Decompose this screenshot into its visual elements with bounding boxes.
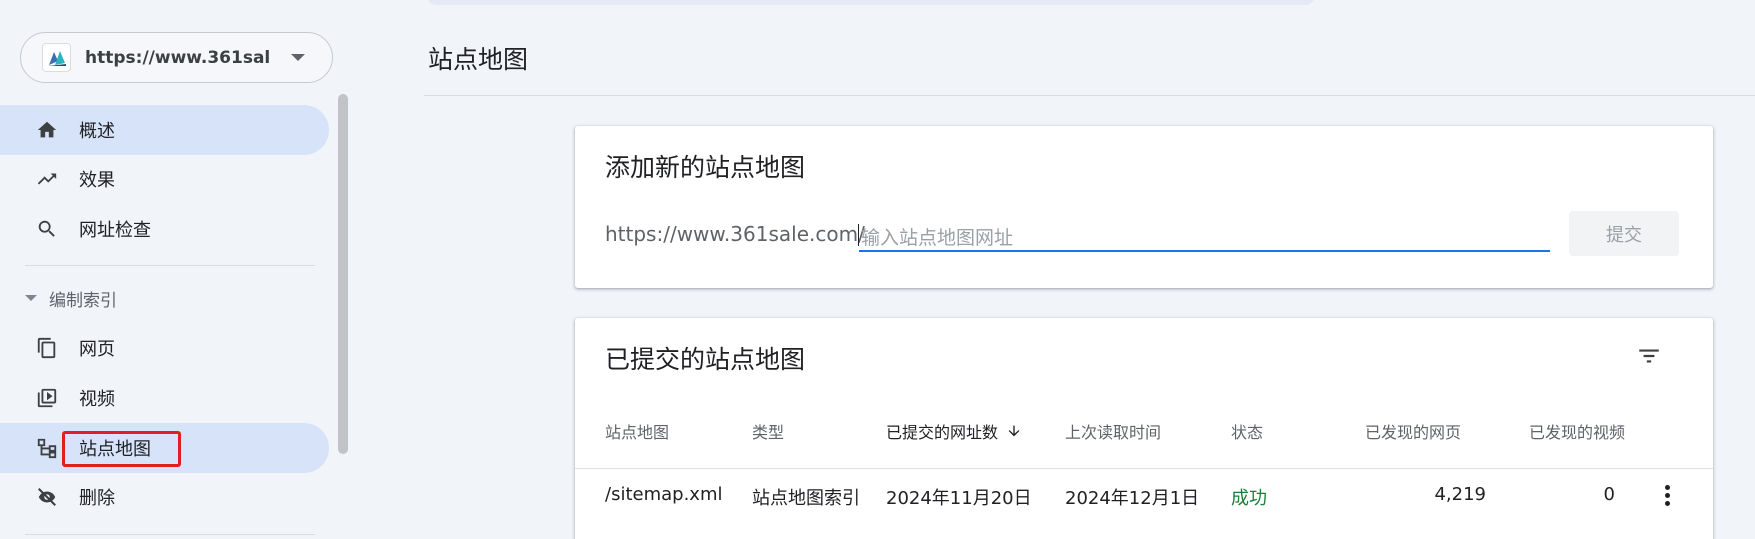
property-selector[interactable]: https://www.361sale... (20, 32, 333, 83)
card-title: 添加新的站点地图 (605, 153, 806, 182)
cell-type: 站点地图索引 (752, 488, 860, 509)
column-header-last-read[interactable]: 上次读取时间 (1065, 419, 1161, 443)
column-header-label: 已提交的网址数 (886, 423, 999, 442)
property-label: https://www.361sale... (85, 47, 270, 68)
cell-last-read: 2024年12月1日 (1065, 488, 1200, 509)
column-header-status[interactable]: 状态 (1231, 419, 1263, 443)
header-divider (575, 468, 1713, 469)
sidebar-item-label: 视频 (79, 389, 115, 410)
search-bar-edge[interactable] (428, 0, 1314, 5)
sidebar-item-performance[interactable]: 效果 (0, 154, 329, 204)
video-page-icon (35, 386, 59, 410)
sidebar-item-url-inspection[interactable]: 网址检查 (0, 204, 329, 254)
eye-off-icon (35, 485, 59, 509)
column-header-type[interactable]: 类型 (752, 419, 784, 443)
annotation-highlight-box (62, 431, 181, 467)
column-header-sitemap[interactable]: 站点地图 (605, 419, 669, 443)
search-icon (35, 217, 59, 241)
section-label: 编制索引 (49, 290, 117, 311)
sidebar-divider (25, 534, 315, 535)
filter-icon[interactable] (1635, 342, 1663, 370)
sitemap-url-input[interactable] (859, 222, 1550, 252)
app-root: https://www.361sale... 概述 效果 网址检查 编制索引 (0, 0, 1755, 539)
cell-sitemap: /sitemap.xml (605, 484, 723, 505)
submit-button[interactable]: 提交 (1569, 211, 1679, 256)
cell-submitted: 2024年11月20日 (886, 488, 1032, 509)
home-icon (35, 118, 59, 142)
sidebar-scrollbar[interactable] (338, 94, 348, 454)
card-title: 已提交的站点地图 (605, 345, 806, 374)
title-divider (424, 95, 1755, 96)
sidebar: https://www.361sale... 概述 效果 网址检查 编制索引 (0, 0, 352, 539)
cell-pages: 4,219 (1434, 484, 1486, 505)
more-vert-icon[interactable] (1655, 481, 1679, 509)
sidebar-section-indexing[interactable]: 编制索引 (25, 283, 117, 313)
caret-down-icon[interactable] (291, 54, 305, 61)
arrow-down-icon (1006, 423, 1022, 439)
sidebar-item-overview[interactable]: 概述 (0, 105, 329, 155)
sidebar-divider (25, 265, 315, 266)
column-header-pages[interactable]: 已发现的网页 (1365, 419, 1461, 443)
pages-icon (35, 336, 59, 360)
sidebar-item-pages[interactable]: 网页 (0, 323, 329, 373)
sidebar-item-label: 网址检查 (79, 220, 151, 241)
sidebar-item-label: 删除 (79, 488, 115, 509)
column-header-submitted[interactable]: 已提交的网址数 (886, 419, 1022, 443)
cell-videos: 0 (1603, 484, 1615, 505)
sidebar-item-label: 网页 (79, 339, 115, 360)
sitemap-icon (35, 436, 59, 460)
cell-status: 成功 (1231, 488, 1267, 509)
dot (1664, 492, 1670, 498)
site-logo-icon (42, 43, 71, 72)
sidebar-item-label: 概述 (79, 121, 115, 142)
collapse-caret-icon (25, 295, 37, 301)
url-prefix: https://www.361sale.com/ (605, 222, 865, 246)
column-header-videos[interactable]: 已发现的视频 (1529, 419, 1625, 443)
sidebar-item-removals[interactable]: 删除 (0, 472, 329, 522)
dot (1664, 484, 1670, 490)
page-title: 站点地图 (428, 45, 529, 74)
add-sitemap-card: 添加新的站点地图 https://www.361sale.com/ 提交 (575, 126, 1713, 288)
sidebar-item-label: 效果 (79, 170, 115, 191)
trending-up-icon (35, 167, 59, 191)
dot (1664, 500, 1670, 506)
submitted-sitemaps-card: 已提交的站点地图 站点地图 类型 已提交的网址数 上次读取时间 状态 已发现的网… (575, 318, 1713, 539)
sidebar-item-videos[interactable]: 视频 (0, 373, 329, 423)
